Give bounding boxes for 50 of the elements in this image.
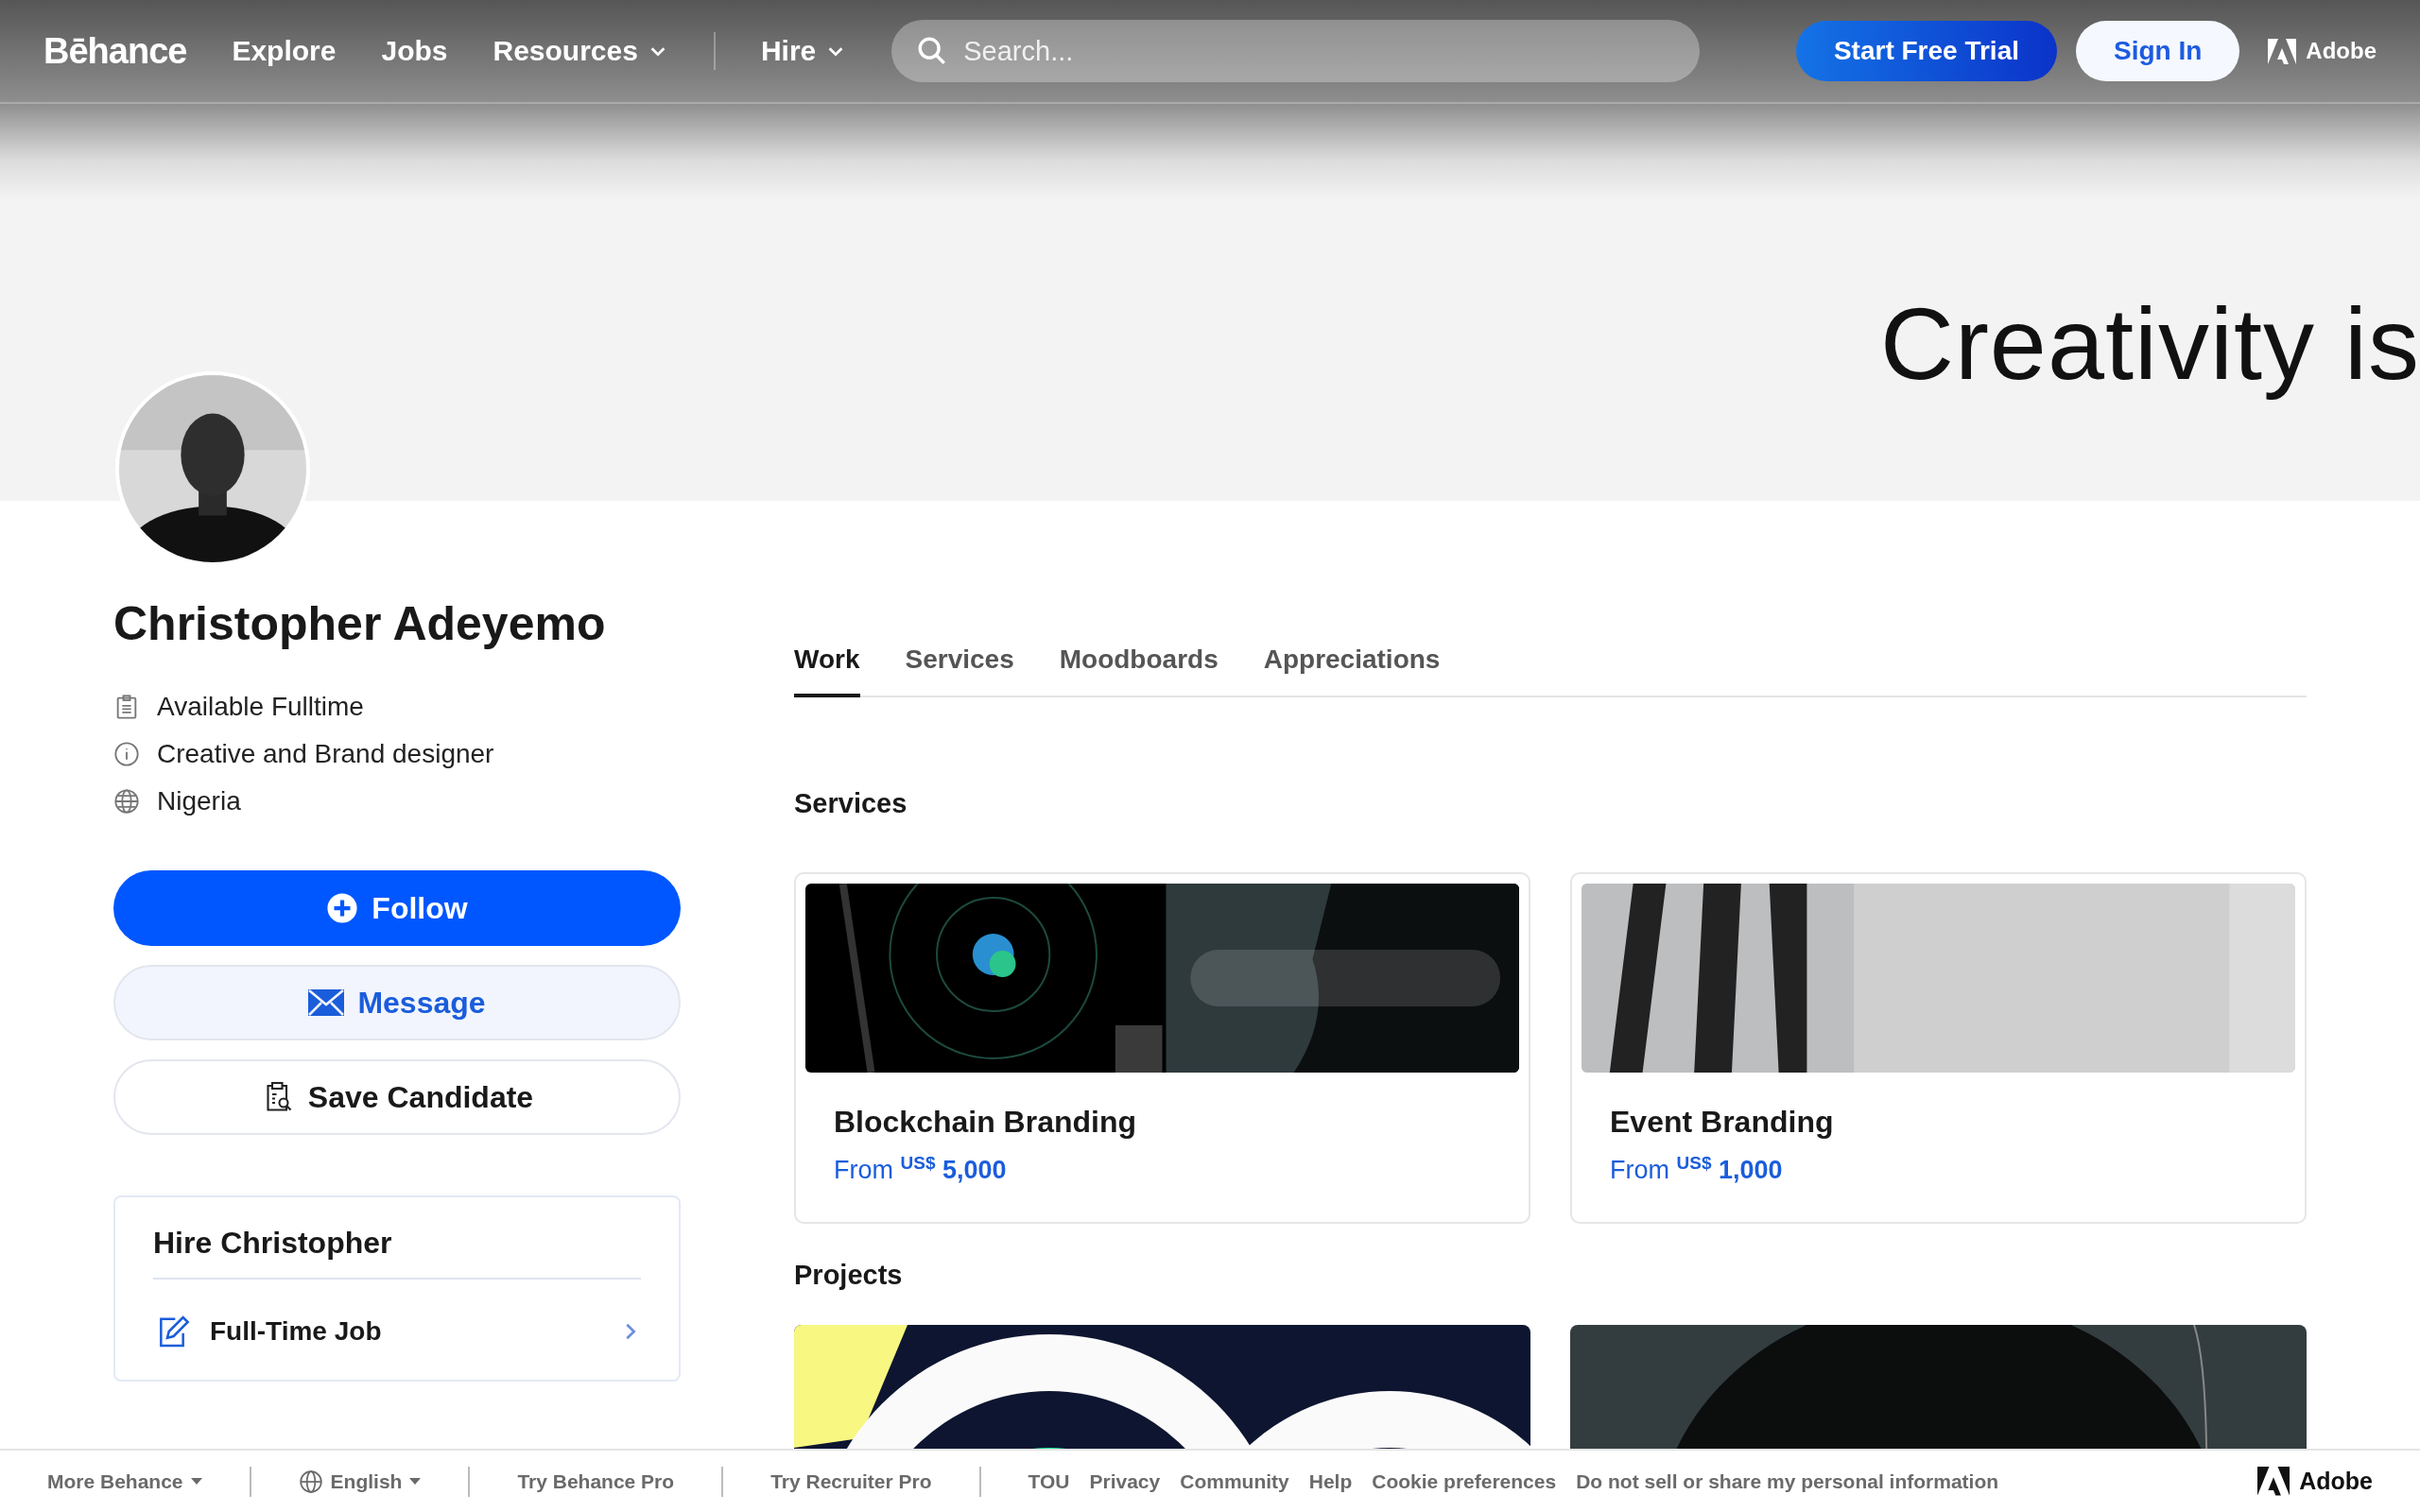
tab[interactable]: Moodboards xyxy=(1059,644,1219,697)
sign-in-button[interactable]: Sign In xyxy=(2076,21,2240,81)
adobe-link[interactable]: Adobe xyxy=(2268,38,2377,64)
footer-link[interactable]: Try Recruiter Pro xyxy=(770,1469,932,1493)
footer-link[interactable]: Privacy xyxy=(1089,1469,1161,1493)
footer-link[interactable]: Try Behance Pro xyxy=(517,1469,675,1493)
trial-button[interactable]: Start Free Trial xyxy=(1795,21,2057,81)
hire-option[interactable]: Full-Time Job xyxy=(153,1280,641,1351)
footer-link[interactable]: English xyxy=(298,1469,422,1494)
tab[interactable]: Appreciations xyxy=(1263,644,1441,697)
profile-detail: Nigeria xyxy=(157,786,241,816)
adobe-icon xyxy=(2268,38,2297,64)
footer-link[interactable]: Cookie preferences xyxy=(1372,1469,1557,1493)
globe-icon xyxy=(298,1469,323,1494)
caret-icon xyxy=(409,1477,422,1486)
follow-button[interactable]: Follow xyxy=(113,870,681,946)
footer-link[interactable]: Community xyxy=(1180,1469,1289,1493)
footer-link[interactable]: TOU xyxy=(1028,1469,1070,1493)
tab[interactable]: Work xyxy=(794,644,860,697)
service-card[interactable]: Event Branding From $^{US$}$ 1,000 xyxy=(1570,872,2307,1224)
save-button[interactable]: Save Candidate xyxy=(113,1059,681,1135)
adobe-link[interactable]: Adobe xyxy=(2257,1467,2373,1496)
footer-link[interactable]: Do not sell or share my personal information xyxy=(1576,1469,1999,1493)
footer-link[interactable]: More Behance xyxy=(47,1469,202,1493)
tab[interactable]: Services xyxy=(905,644,1014,697)
service-title: Blockchain Branding xyxy=(834,1105,1138,1140)
profile-detail: Available Fulltime xyxy=(157,692,364,722)
nav-link[interactable]: Resources xyxy=(493,35,668,67)
info-icon xyxy=(113,741,140,767)
hire-title: Hire Christopher xyxy=(153,1226,641,1280)
nav-link[interactable]: Hire xyxy=(760,35,847,67)
service-price: From $^{US$}$ 1,000 xyxy=(1610,1153,1784,1185)
plus-circle-icon xyxy=(326,892,359,924)
footer-link[interactable]: Help xyxy=(1308,1469,1353,1493)
caret-icon xyxy=(190,1477,202,1486)
nav-link[interactable]: Explore xyxy=(232,35,337,67)
profile-detail: Creative and Brand designer xyxy=(157,739,494,769)
banner-text: Creativity is xyxy=(1879,293,2420,403)
message-button[interactable]: Message xyxy=(113,965,681,1040)
service-price: From $^{US$}$ 5,000 xyxy=(834,1153,1008,1185)
logo[interactable]: Bēhance xyxy=(43,30,187,72)
adobe-icon xyxy=(2257,1467,2290,1496)
nav-link[interactable]: Jobs xyxy=(381,35,448,67)
profile-name: Christopher Adeyemo xyxy=(113,596,607,651)
section-title: Services xyxy=(794,788,908,819)
section-title: Projects xyxy=(794,1260,904,1291)
service-title: Event Branding xyxy=(1610,1105,1835,1140)
globe-icon xyxy=(113,788,140,815)
service-card[interactable]: Blockchain Branding From $^{US$}$ 5,000 xyxy=(794,872,1530,1224)
envelope-icon xyxy=(308,989,345,1016)
